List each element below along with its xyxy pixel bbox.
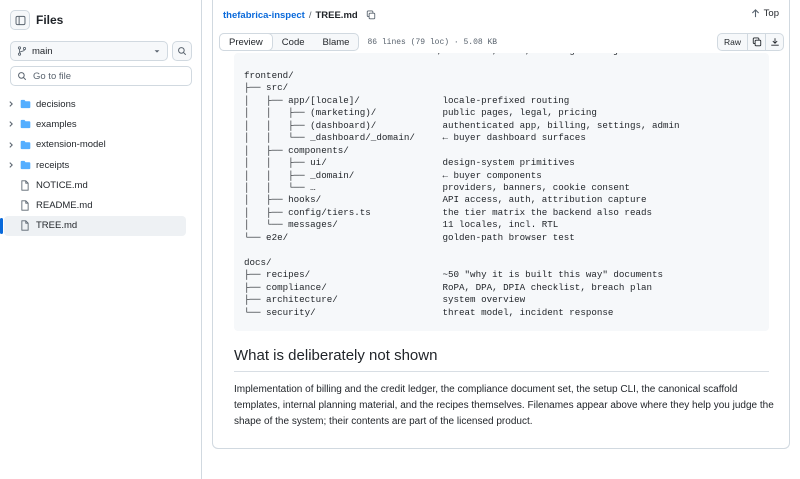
sidebar-header: Files: [10, 9, 191, 31]
top-label: Top: [763, 8, 779, 19]
file-meta: 86 lines (79 loc) · 5.08 KB: [367, 37, 498, 47]
arrow-up-icon: [751, 9, 759, 18]
go-to-file[interactable]: [10, 66, 192, 86]
git-branch-icon: [17, 46, 27, 56]
file-name: TREE.md: [315, 9, 358, 21]
caret-down-icon: [154, 50, 160, 53]
download-icon: [770, 38, 779, 46]
sidebar-title: Files: [36, 13, 64, 27]
download-button[interactable]: [766, 33, 784, 51]
top-button[interactable]: Top: [751, 8, 779, 19]
chevron-right-icon[interactable]: [4, 120, 18, 128]
file-actions: Raw: [716, 33, 784, 51]
section-heading: What is deliberately not shown: [234, 347, 769, 372]
tree-item-label: receipts: [36, 159, 70, 171]
file-icon: [18, 200, 32, 211]
tree-item-receipts[interactable]: receipts: [4, 155, 186, 175]
folder-icon: [18, 119, 32, 129]
tree-item-label: NOTICE.md: [36, 179, 88, 191]
copy-icon: [752, 37, 761, 47]
tree-item-label: examples: [36, 118, 77, 130]
sidebar-toggle-icon: [15, 15, 25, 25]
branch-row: main: [10, 41, 192, 61]
folder-icon: [18, 140, 32, 150]
collapse-sidebar-button[interactable]: [10, 10, 30, 30]
section-paragraph: Implementation of billing and the credit…: [234, 384, 774, 427]
branch-name: main: [32, 45, 53, 57]
active-indicator: [0, 217, 3, 234]
tree-item-notice[interactable]: NOTICE.md: [4, 175, 186, 195]
tree-item-label: extension-model: [36, 139, 106, 151]
tree-item-decisions[interactable]: decisions: [4, 94, 186, 114]
go-to-file-input[interactable]: [33, 70, 183, 82]
tab-blame[interactable]: Blame: [314, 34, 359, 50]
code-block: └── … auth, webhooks, cron, abusing all …: [234, 53, 769, 331]
file-icon: [18, 180, 32, 191]
file-tree: decisions examples extension-model recei…: [0, 94, 186, 237]
tree-item-readme[interactable]: README.md: [4, 195, 186, 215]
tree-item-examples[interactable]: examples: [4, 114, 186, 134]
breadcrumb: thefabrica-inspect / TREE.md: [223, 8, 376, 22]
search-icon: [178, 47, 187, 56]
search-button[interactable]: [172, 41, 192, 61]
copy-icon: [366, 10, 375, 20]
folder-icon: [18, 99, 32, 109]
breadcrumb-separator: /: [308, 9, 312, 21]
folder-icon: [18, 160, 32, 170]
chevron-right-icon[interactable]: [4, 100, 18, 108]
search-icon: [18, 72, 27, 81]
repo-link[interactable]: thefabrica-inspect: [223, 10, 305, 21]
tab-preview[interactable]: Preview: [219, 33, 273, 51]
tree-item-label: TREE.md: [36, 220, 78, 232]
tree-item-extension-model[interactable]: extension-model: [4, 135, 186, 155]
tree-listing: └── … auth, webhooks, cron, abusing all …: [244, 53, 680, 318]
tree-item-label: README.md: [36, 200, 93, 212]
copy-path-button[interactable]: [366, 10, 376, 20]
chevron-right-icon[interactable]: [4, 161, 18, 169]
chevron-right-icon[interactable]: [4, 141, 18, 149]
branch-selector[interactable]: main: [10, 41, 168, 61]
file-icon: [18, 220, 32, 232]
tree-item-tree[interactable]: TREE.md: [0, 215, 186, 237]
file-viewer: thefabrica-inspect / TREE.md Top Preview…: [212, 0, 790, 449]
copy-raw-button[interactable]: [748, 33, 766, 51]
tab-code[interactable]: Code: [273, 34, 314, 50]
file-toolbar: Preview Code Blame 86 lines (79 loc) · 5…: [219, 33, 784, 51]
raw-button[interactable]: Raw: [716, 33, 748, 51]
file-sidebar: Files main decisions examples extensi: [0, 0, 202, 479]
tree-item-label: decisions: [36, 98, 76, 110]
view-tabs: Preview Code Blame: [219, 33, 360, 51]
